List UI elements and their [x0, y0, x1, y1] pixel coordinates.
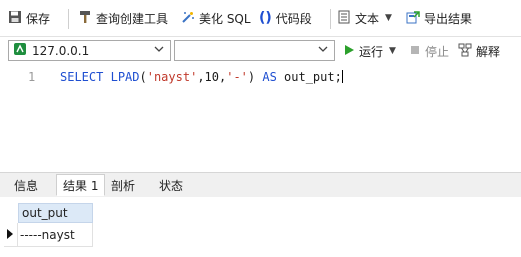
document-icon — [338, 10, 351, 27]
sql-code-line[interactable]: SELECT LPAD('nayst',10,'-') AS out_put; — [60, 70, 343, 84]
code-snippet-button[interactable]: () 代码段 — [259, 9, 312, 27]
stop-icon — [409, 44, 421, 59]
main-toolbar: 保存 查询创建工具 美化 SQL () 代码段 文本 ▼ 导出结果 — [0, 0, 521, 37]
query-builder-label: 查询创建工具 — [96, 11, 169, 26]
sql-function: LPAD — [110, 70, 140, 84]
tab-result-1[interactable]: 结果 1 — [56, 174, 106, 196]
tab-profile[interactable]: 剖析 — [105, 176, 141, 195]
export-results-label: 导出结果 — [424, 11, 473, 26]
toolbar-divider — [330, 9, 331, 29]
connection-select[interactable]: 127.0.0.1 — [8, 40, 171, 61]
toolbar-divider — [68, 9, 69, 29]
run-label: 运行 — [359, 44, 384, 59]
beautify-sql-button[interactable]: 美化 SQL — [181, 9, 251, 27]
text-cursor — [341, 70, 343, 83]
dropdown-caret-icon: ▼ — [389, 46, 396, 56]
column-header-out-put[interactable]: out_put — [18, 203, 93, 223]
line-number: 1 — [28, 70, 36, 84]
save-label: 保存 — [26, 11, 51, 26]
save-icon — [8, 10, 22, 27]
current-row-arrow-icon — [7, 229, 13, 239]
chevron-down-icon — [318, 44, 328, 57]
database-select[interactable] — [174, 40, 335, 61]
stop-button[interactable]: 停止 — [409, 42, 449, 60]
hammer-icon — [78, 10, 92, 27]
connection-host-value: 127.0.0.1 — [32, 43, 90, 58]
query-builder-button[interactable]: 查询创建工具 — [78, 9, 168, 27]
save-button[interactable]: 保存 — [8, 9, 50, 27]
connection-icon — [13, 42, 27, 59]
sql-keyword: SELECT — [60, 70, 104, 84]
explain-label: 解释 — [476, 44, 501, 59]
run-button[interactable]: 运行 ▼ — [343, 42, 396, 60]
table-cell[interactable]: -----nayst — [18, 223, 93, 247]
explain-button[interactable]: 解释 — [458, 42, 500, 60]
play-icon — [343, 44, 355, 59]
magic-wand-icon — [181, 10, 195, 27]
export-results-button[interactable]: 导出结果 — [406, 9, 472, 27]
text-label: 文本 — [355, 11, 380, 26]
parentheses-icon: () — [259, 10, 272, 26]
code-snippet-label: 代码段 — [275, 11, 312, 26]
tab-info[interactable]: 信息 — [8, 176, 44, 195]
explain-icon — [458, 43, 472, 60]
sql-string: 'nayst' — [146, 70, 198, 84]
tab-status[interactable]: 状态 — [153, 176, 189, 195]
dropdown-caret-icon: ▼ — [385, 13, 392, 23]
stop-label: 停止 — [425, 44, 450, 59]
export-icon — [406, 10, 420, 27]
beautify-sql-label: 美化 SQL — [199, 11, 251, 26]
chevron-down-icon — [154, 44, 164, 57]
sql-string: '-' — [226, 70, 248, 84]
sql-keyword: AS — [262, 70, 277, 84]
text-menu-button[interactable]: 文本 ▼ — [338, 9, 392, 27]
